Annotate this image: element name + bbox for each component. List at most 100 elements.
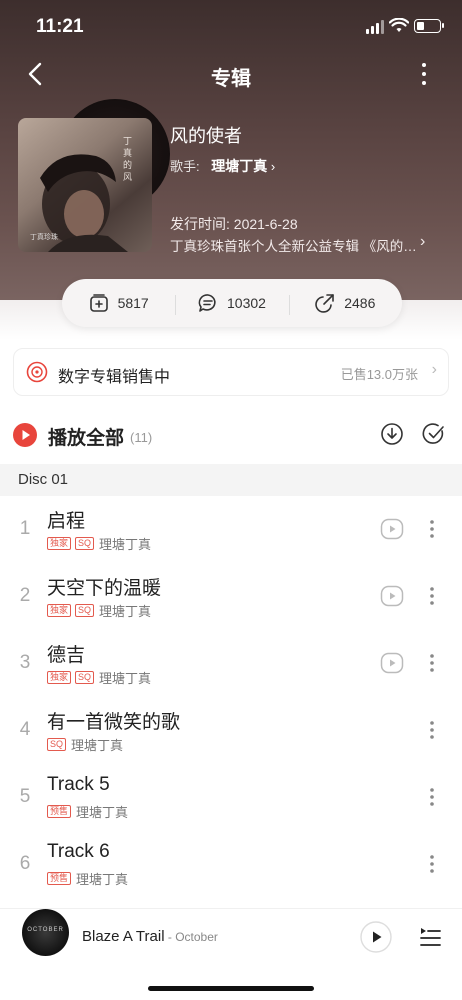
- battery-icon: [414, 19, 444, 33]
- play-all-icon[interactable]: [13, 423, 37, 447]
- more-vertical-icon[interactable]: [416, 58, 432, 90]
- track-title: Track 5: [47, 774, 110, 795]
- track-more-icon[interactable]: [424, 517, 440, 541]
- album-cover[interactable]: 丁真的风 丁真珍珠: [18, 118, 152, 252]
- track-tag: 独家: [47, 604, 72, 617]
- track-number: 2: [19, 585, 31, 606]
- sold-count: 已售13.0万张: [340, 367, 418, 382]
- playlist-icon[interactable]: [419, 926, 441, 948]
- track-artist[interactable]: 理塘丁真: [99, 668, 151, 687]
- track-row[interactable]: 1 启程独家 SQ 理塘丁真: [0, 498, 462, 565]
- wifi-icon: [389, 18, 409, 32]
- track-number: 3: [19, 652, 31, 673]
- comment-button[interactable]: 10302: [175, 293, 288, 315]
- multi-select-icon[interactable]: [422, 422, 446, 446]
- track-tag: SQ: [75, 671, 95, 684]
- track-more-icon[interactable]: [424, 584, 440, 608]
- digital-album-icon: [26, 361, 48, 383]
- track-title: 天空下的温暖: [47, 578, 162, 599]
- track-more-icon[interactable]: [424, 852, 440, 876]
- battery-level: [417, 22, 424, 30]
- singer-name: 理塘丁真: [211, 158, 268, 174]
- track-more-icon[interactable]: [424, 718, 440, 742]
- track-more-icon[interactable]: [424, 785, 440, 809]
- track-artist[interactable]: 理塘丁真: [71, 735, 123, 754]
- download-icon[interactable]: [380, 422, 404, 446]
- mini-player[interactable]: OCTOBER Blaze A Trail - October: [0, 908, 462, 964]
- status-time: 11:21: [36, 16, 84, 37]
- share-count: 2486: [344, 295, 376, 311]
- mv-play-icon[interactable]: [380, 651, 404, 680]
- track-title: 德吉: [47, 645, 86, 666]
- add-collection-icon: [89, 294, 108, 312]
- comment-count: 10302: [227, 295, 266, 311]
- track-meta: 独家 SQ 理塘丁真: [47, 534, 151, 553]
- play-all-row: 播放全部 (11): [13, 422, 449, 450]
- page-title: 专辑: [211, 68, 251, 90]
- mv-play-icon[interactable]: [380, 584, 404, 613]
- track-number: 6: [19, 853, 31, 874]
- cover-title-text: 丁真的风: [122, 136, 132, 184]
- home-indicator: [148, 986, 314, 991]
- mini-player-cover[interactable]: OCTOBER: [22, 909, 69, 956]
- track-tag: SQ: [75, 537, 95, 550]
- track-meta: SQ 理塘丁真: [47, 735, 123, 754]
- track-number: 4: [19, 719, 31, 740]
- release-date: 发行时间: 2021-6-28: [170, 216, 298, 232]
- collect-button[interactable]: 5817: [62, 293, 175, 313]
- chevron-right-icon[interactable]: ›: [420, 233, 425, 251]
- track-tag: 独家: [47, 671, 72, 684]
- track-row[interactable]: 4 有一首微笑的歌 SQ 理塘丁真: [0, 699, 462, 766]
- track-artist[interactable]: 理塘丁真: [76, 802, 128, 821]
- sale-label: 数字专辑销售中: [58, 369, 171, 386]
- album-description[interactable]: 丁真珍珠首张个人全新公益专辑 《风的…: [170, 235, 434, 255]
- play-all-button[interactable]: 播放全部: [48, 423, 124, 450]
- track-count: (11): [130, 430, 153, 445]
- nav-bar: 专辑: [0, 54, 462, 94]
- track-row[interactable]: 3 德吉独家 SQ 理塘丁真: [0, 632, 462, 699]
- comment-icon: [198, 294, 216, 312]
- track-meta: 预售 理塘丁真: [47, 869, 128, 888]
- status-bar: 11:21: [0, 0, 462, 54]
- singer-link[interactable]: 歌手: 理塘丁真 ›: [170, 156, 275, 176]
- play-icon[interactable]: [360, 921, 392, 953]
- collect-count: 5817: [117, 295, 149, 311]
- track-meta: 独家 SQ 理塘丁真: [47, 601, 151, 620]
- now-playing-info[interactable]: Blaze A Trail - October: [82, 928, 218, 945]
- track-meta: 预售 理塘丁真: [47, 802, 128, 821]
- track-number: 5: [19, 786, 31, 807]
- now-playing-title: Blaze A Trail: [82, 928, 165, 945]
- track-tag: 独家: [47, 537, 72, 550]
- share-icon: [315, 294, 335, 313]
- track-tag: SQ: [75, 604, 95, 617]
- track-artist[interactable]: 理塘丁真: [76, 869, 128, 888]
- track-tag: 预售: [47, 805, 72, 818]
- singer-label: 歌手:: [170, 159, 200, 174]
- digital-album-sale-card[interactable]: 数字专辑销售中 已售13.0万张 ›: [13, 348, 449, 396]
- mv-play-icon[interactable]: [380, 517, 404, 546]
- cover-small-text: 丁真珍珠: [30, 234, 58, 241]
- track-tag: SQ: [47, 738, 67, 751]
- stats-bar: 5817 10302 2486: [62, 279, 402, 327]
- track-more-icon[interactable]: [424, 651, 440, 675]
- mini-cover-text: OCTOBER: [27, 927, 64, 933]
- track-row[interactable]: 5 Track 5 预售 理塘丁真: [0, 766, 462, 833]
- track-title: 有一首微笑的歌: [47, 712, 181, 733]
- track-title: Track 6: [47, 841, 110, 862]
- signal-icon: [366, 20, 386, 34]
- chevron-right-icon: ›: [431, 361, 437, 378]
- track-row[interactable]: 6 Track 6 预售 理塘丁真: [0, 833, 462, 900]
- track-title: 启程: [47, 511, 86, 532]
- disc-header: Disc 01: [0, 464, 462, 496]
- album-title: 风的使者: [170, 126, 242, 146]
- disc-label: Disc 01: [18, 471, 69, 488]
- track-tag: 预售: [47, 872, 72, 885]
- track-meta: 独家 SQ 理塘丁真: [47, 668, 151, 687]
- track-artist[interactable]: 理塘丁真: [99, 534, 151, 553]
- track-row[interactable]: 2 天空下的温暖独家 SQ 理塘丁真: [0, 565, 462, 632]
- track-number: 1: [19, 518, 31, 539]
- share-button[interactable]: 2486: [288, 293, 402, 315]
- chevron-right-icon: ›: [270, 159, 276, 174]
- now-playing-artist: - October: [164, 930, 218, 944]
- track-artist[interactable]: 理塘丁真: [99, 601, 151, 620]
